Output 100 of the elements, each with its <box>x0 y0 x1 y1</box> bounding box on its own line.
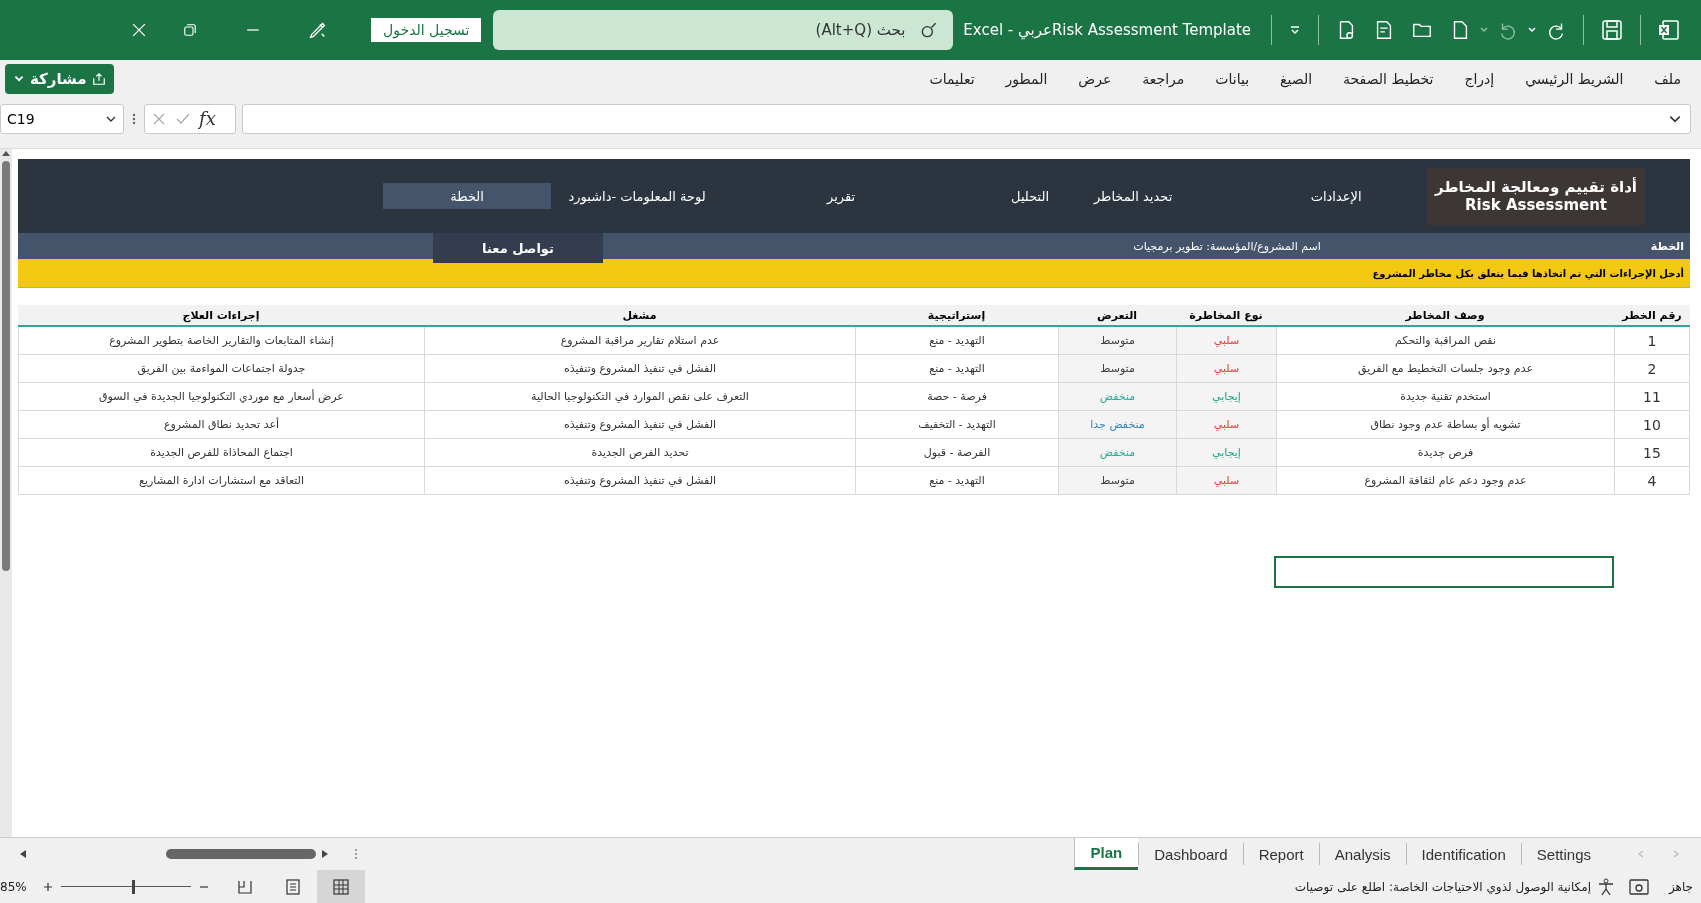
scroll-up-icon[interactable] <box>1 149 11 157</box>
table-cell: 11 <box>1614 383 1690 411</box>
ribbon-tab[interactable]: الشريط الرئيسي <box>1525 70 1624 87</box>
table-cell: منخفض <box>1058 439 1176 467</box>
ribbon-tab[interactable]: تعليمات <box>929 70 975 87</box>
normal-view-icon[interactable] <box>332 878 349 895</box>
project-name: اسم المشروع/المؤسسة: تطوير برمجيات <box>1133 239 1321 253</box>
table-cell: نقص المراقبة والتحكم <box>1276 327 1614 355</box>
table-cell: أعد تحديد نطاق المشروع <box>18 411 424 439</box>
ribbon-tab[interactable]: إدراج <box>1464 70 1495 87</box>
ribbon-tab[interactable]: عرض <box>1078 70 1112 87</box>
selected-cell[interactable] <box>1274 556 1614 588</box>
table-cell: التعاقد مع استشارات ادارة المشاريع <box>18 467 424 495</box>
table-cell: منخفض <box>1058 383 1176 411</box>
table-cell: استخدم تقنية جديدة <box>1276 383 1614 411</box>
nav-link[interactable]: الإعدادات <box>1285 183 1388 209</box>
name-box[interactable]: C19 <box>0 103 124 134</box>
column-header: رقم الخطر <box>1614 305 1690 327</box>
sheet-tab[interactable]: Analysis <box>1318 843 1406 865</box>
sheet-tab[interactable]: Report <box>1242 843 1319 865</box>
sheet-tab[interactable]: Plan <box>1073 838 1139 870</box>
table-cell: سلبي <box>1176 355 1276 383</box>
zoom-level[interactable]: 85% <box>0 879 27 894</box>
table-cell: سلبي <box>1176 327 1276 355</box>
table-cell: عدم استلام تقارير مراقبة المشروع <box>424 327 855 355</box>
table-cell: تشويه أو بساطة عدم وجود نطاق <box>1276 411 1614 439</box>
ribbon-tab[interactable]: مراجعة <box>1142 70 1185 87</box>
column-header: وصف المخاطر <box>1276 305 1614 327</box>
ribbon-tab[interactable]: ملف <box>1654 70 1681 87</box>
nav-link[interactable]: لوحة المعلومات -داشبورد <box>551 183 724 209</box>
scroll-right-icon[interactable] <box>320 849 330 859</box>
page-break-view-icon[interactable] <box>236 878 253 895</box>
table-cell: 15 <box>1614 439 1690 467</box>
table-cell: عدم وجود دعم عام لثقافة المشروع <box>1276 467 1614 495</box>
table-cell: التعرف على نقص الموارد في التكنولوجيا الحالية <box>424 383 855 411</box>
table-cell: إيجابي <box>1176 383 1276 411</box>
logo-title: أداة تقييم ومعالجة المخاطر <box>1435 178 1637 196</box>
window-title: Excel - عربيRisk Assessment Template <box>963 21 1251 39</box>
logo-subtitle: Risk Assessment <box>1465 196 1608 214</box>
table-cell: متوسط <box>1058 327 1176 355</box>
share-button[interactable]: مشاركة <box>5 63 114 94</box>
sheet-tab[interactable]: Settings <box>1520 843 1606 865</box>
table-cell: عدم وجود جلسات التخطيط مع الفريق <box>1276 355 1614 383</box>
page-label: الخطة <box>1650 239 1684 253</box>
column-header: التعرض <box>1058 305 1176 327</box>
table-cell: سلبي <box>1176 467 1276 495</box>
table-cell: 1 <box>1614 327 1690 355</box>
table-cell: متوسط <box>1058 467 1176 495</box>
table-cell: التهديد - منع <box>855 355 1058 383</box>
accessibility-link[interactable]: إمكانية الوصول لذوي الاحتياجات الخاصة: اطلع على توصيات <box>1294 879 1591 894</box>
table-cell: الفشل في تنفيذ المشروع وتنفيذه <box>424 411 855 439</box>
accessibility-icon[interactable] <box>1596 877 1615 896</box>
table-cell: الفشل في تنفيذ المشروع وتنفيذه <box>424 355 855 383</box>
scroll-left-icon[interactable] <box>18 849 28 859</box>
table-cell: جدولة اجتماعات المواءمة بين الفريق <box>18 355 424 383</box>
ribbon-tab[interactable]: الصيغ <box>1280 70 1313 87</box>
table-cell: 4 <box>1614 467 1690 495</box>
table-cell: اجتماع المحاذاة للفرص الجديدة <box>18 439 424 467</box>
insert-function-button[interactable]: fx <box>199 108 216 129</box>
status-text: جاهز <box>1668 879 1693 894</box>
table-cell: 10 <box>1614 411 1690 439</box>
excel-logo-icon <box>1657 18 1681 42</box>
caret-icon[interactable] <box>1527 25 1537 35</box>
ribbon-tab[interactable]: بيانات <box>1215 70 1250 87</box>
horizontal-scrollbar[interactable] <box>166 849 316 859</box>
table-cell: تحديد الفرص الجديدة <box>424 439 855 467</box>
table-cell: سلبي <box>1176 411 1276 439</box>
vertical-scrollbar[interactable] <box>0 149 12 837</box>
table-cell: منخفض جدا <box>1058 411 1176 439</box>
table-cell: التهديد - التخفيف <box>855 411 1058 439</box>
table-cell: 2 <box>1614 355 1690 383</box>
macro-record-icon[interactable] <box>1628 878 1649 895</box>
table-cell: فرص جديدة <box>1276 439 1614 467</box>
table-cell: الفرصة - قبول <box>855 439 1058 467</box>
nav-link[interactable]: تحديد المخاطر <box>1073 183 1194 209</box>
customize-toolbar-icon[interactable] <box>1288 23 1302 37</box>
nav-link[interactable]: التحليل <box>987 183 1074 209</box>
sheet-tab[interactable]: Identification <box>1405 843 1521 865</box>
zoom-in-icon[interactable] <box>42 881 53 892</box>
contact-button[interactable]: تواصل معنا <box>433 233 603 263</box>
table-cell: التهديد - منع <box>855 327 1058 355</box>
save-icon[interactable] <box>1600 18 1624 42</box>
slider-thumb[interactable] <box>132 879 136 894</box>
page-layout-icon[interactable] <box>284 878 301 895</box>
formula-input[interactable] <box>242 103 1691 134</box>
more-icon <box>132 111 136 126</box>
search-field[interactable]: بحث (Alt+Q) <box>493 10 954 50</box>
column-header: إجراءات العلاج <box>18 305 424 327</box>
column-header: مشغل <box>424 305 855 327</box>
sign-in-button[interactable]: تسجيل الدخول <box>371 18 482 42</box>
ribbon-tab[interactable]: تخطيط الصفحة <box>1343 70 1434 87</box>
caret-icon[interactable] <box>1479 25 1489 35</box>
table-cell: إيجابي <box>1176 439 1276 467</box>
nav-link[interactable]: تقرير <box>791 183 892 209</box>
nav-link[interactable]: الخطة <box>383 183 552 209</box>
column-header: نوع المخاطرة <box>1176 305 1276 327</box>
table-cell: متوسط <box>1058 355 1176 383</box>
table-cell: عرض أسعار مع موردي التكنولوجيا الجديدة في السوق <box>18 383 424 411</box>
ribbon-tab[interactable]: المطور <box>1005 70 1048 87</box>
instruction-text: أدخل الإجراءات التي تم اتخاذها فيما يتعلق بكل مخاطر المشروع <box>1372 267 1684 279</box>
